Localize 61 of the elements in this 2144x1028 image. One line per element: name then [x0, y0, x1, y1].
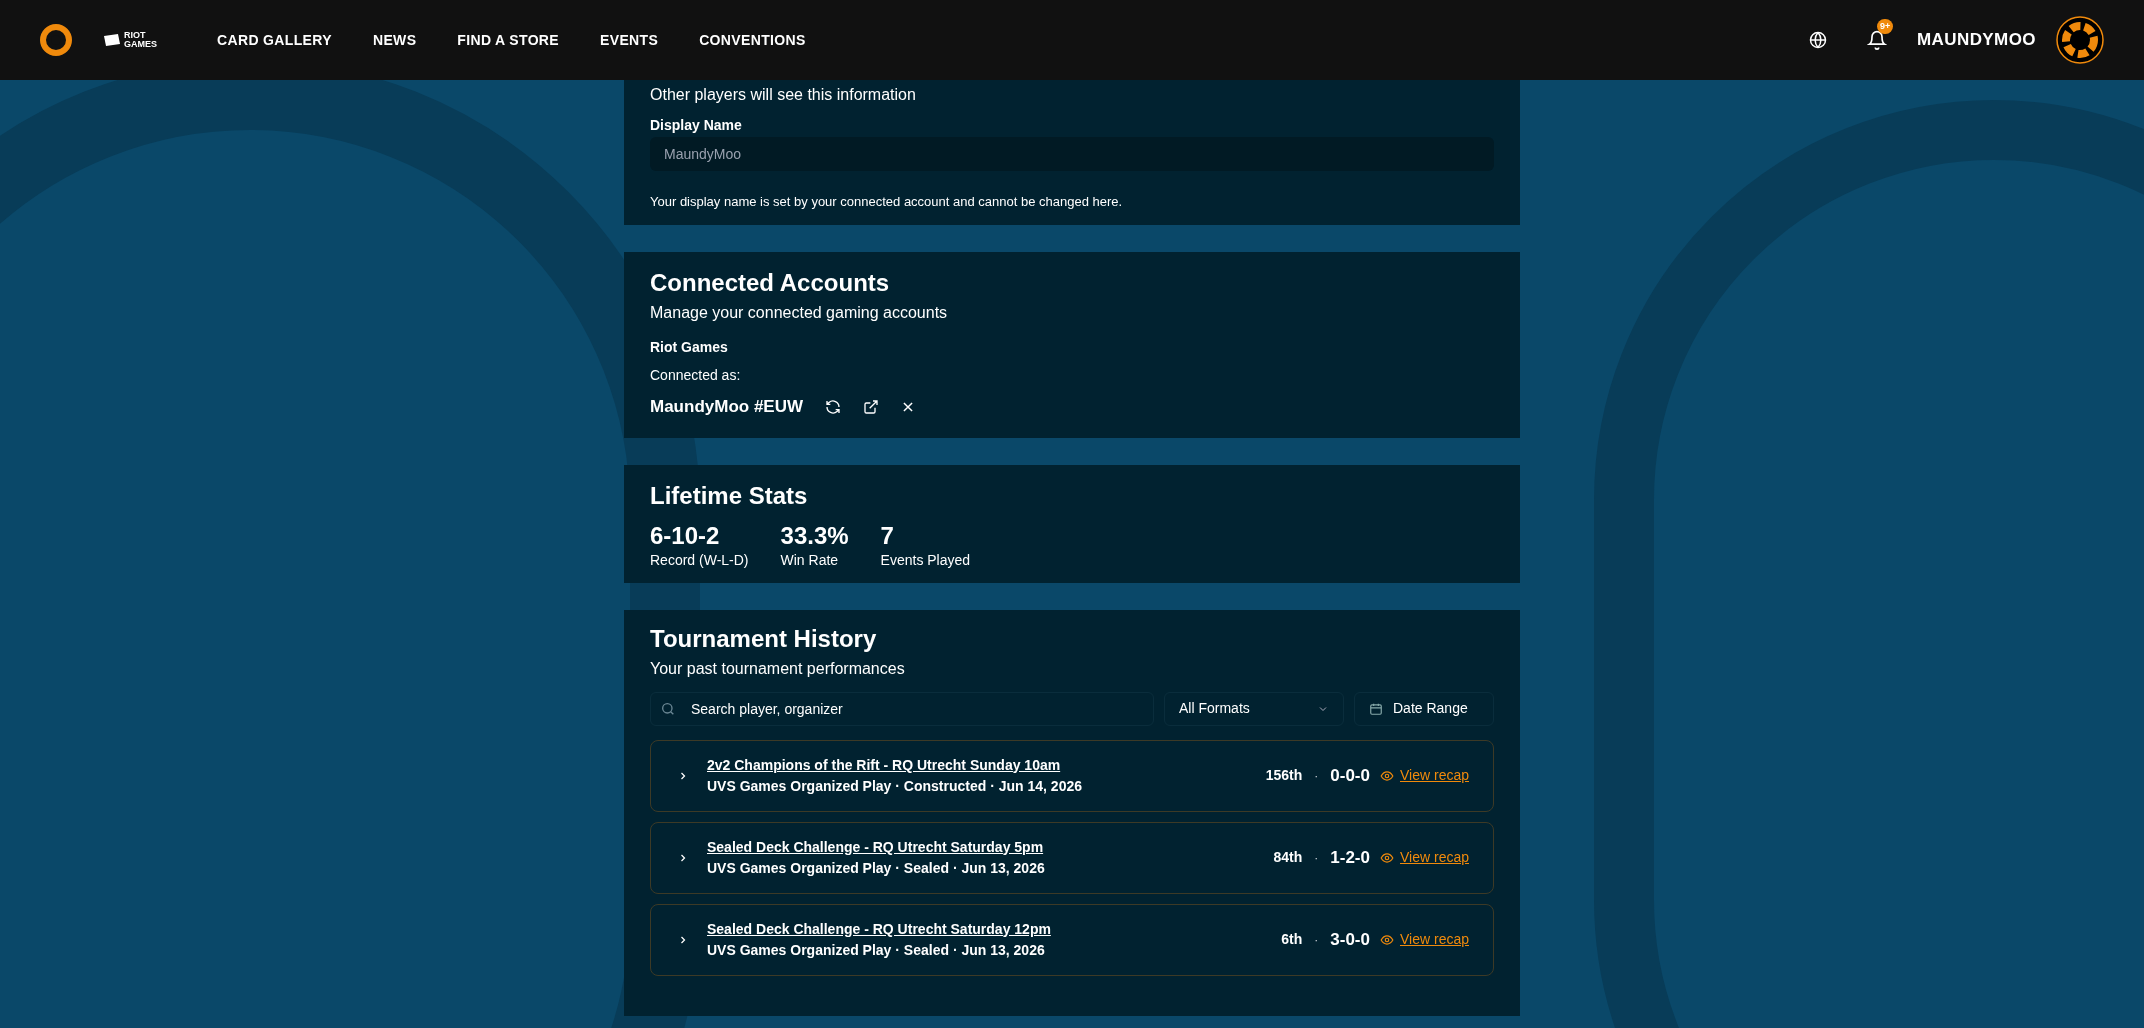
nav-link[interactable]: EVENTS [600, 29, 659, 51]
separator-dot: · [1314, 767, 1319, 785]
tournament-name-link[interactable]: Sealed Deck Challenge - RQ Utrecht Saturday 12pm [707, 918, 1051, 940]
section-title: Connected Accounts [650, 268, 891, 298]
external-link-icon[interactable] [863, 398, 879, 415]
view-recap-link[interactable]: View recap [1380, 847, 1469, 868]
close-icon[interactable] [901, 399, 915, 414]
separator-dot: · [1314, 849, 1319, 867]
match-record: 1-2-0 [1330, 846, 1370, 869]
refresh-icon[interactable] [825, 398, 841, 415]
search-field[interactable]: Search player, organizer [650, 691, 1154, 726]
tournament-details: UVS Games Organized Play · Sealed · Jun 13, 2026 [707, 940, 1046, 960]
section-title: Lifetime Stats [650, 480, 809, 511]
connected-label: Connected as: [650, 366, 742, 384]
nav-link[interactable]: CONVENTIONS [699, 29, 806, 51]
calendar-icon [1369, 701, 1383, 716]
tournament-name-link[interactable]: Sealed Deck Challenge - RQ Utrecht Saturday 5pm [707, 836, 1045, 858]
section-title: Tournament History [650, 623, 878, 654]
tournament-row[interactable]: Sealed Deck Challenge - RQ Utrecht Saturday 5pm UVS Games Organized Play · Sealed · Jun 13, 2026 84th · 1-2-0 View recap [650, 821, 1494, 894]
separator-dot: · [1314, 931, 1319, 949]
view-recap-link[interactable]: View recap [1380, 765, 1469, 786]
section-subtitle: Manage your connected gaming accounts [650, 303, 949, 323]
stat-value: 6-10-2 [650, 520, 721, 551]
placement: 84th [1273, 848, 1303, 867]
view-recap-link[interactable]: View recap [1380, 929, 1469, 950]
match-record: 3-0-0 [1330, 928, 1370, 951]
tournament-row[interactable]: Sealed Deck Challenge - RQ Utrecht Saturday 12pm UVS Games Organized Play · Sealed · Jun 13, 2026 6th · 3-0-0 View recap [650, 903, 1494, 976]
globe-icon[interactable] [1808, 31, 1827, 49]
match-record: 0-0-0 [1330, 764, 1370, 787]
eye-icon [1380, 932, 1394, 947]
placement: 6th [1281, 930, 1303, 949]
username[interactable]: MAUNDYMOO [1916, 27, 2036, 53]
avatar-logo-icon[interactable] [2056, 16, 2104, 64]
logo-icon[interactable] [40, 24, 72, 56]
field-label: Display Name [650, 116, 743, 134]
nav-link[interactable]: FIND A STORE [457, 29, 559, 51]
nav-link[interactable]: CARD GALLERY [217, 29, 332, 51]
eye-icon [1380, 850, 1394, 865]
tournament-details: UVS Games Organized Play · Sealed · Jun 13, 2026 [707, 858, 1045, 878]
help-text: Your display name is set by your connected account and cannot be changed here. [650, 193, 1124, 211]
card-subtitle: Other players will see this information [650, 85, 917, 105]
format-dropdown[interactable]: All Formats [1164, 691, 1344, 726]
bell-icon[interactable] [1866, 29, 1887, 51]
eye-icon [1380, 768, 1394, 783]
section-subtitle: Your past tournament performances [650, 658, 906, 679]
stat-label: Win Rate [780, 550, 840, 569]
stat-value: 33.3% [780, 520, 849, 551]
stat-label: Record (W-L-D) [650, 550, 749, 569]
tournament-details: UVS Games Organized Play · Constructed · Jun 14, 2026 [707, 776, 1082, 796]
search-icon [660, 700, 676, 717]
nav-link[interactable]: NEWS [372, 29, 417, 51]
placement: 156th [1265, 766, 1303, 785]
date-range-button[interactable]: Date Range [1354, 691, 1494, 726]
account-name: MaundyMoo #EUW [650, 396, 803, 418]
tournament-name-link[interactable]: 2v2 Champions of the Rift - RQ Utrecht Sunday 10am [707, 754, 1082, 776]
tournament-row[interactable]: 2v2 Champions of the Rift - RQ Utrecht Sunday 10am UVS Games Organized Play · Constructed · Jun 14, 2026 156th · 0-0-0 View recap [650, 739, 1494, 812]
provider-name: Riot Games [650, 338, 729, 356]
stat-label: Events Played [880, 550, 971, 569]
notification-badge: 9+ [1876, 19, 1894, 34]
stat-value: 7 [880, 520, 895, 551]
brand-wordmark[interactable]: RIOT GAMES [124, 31, 157, 49]
